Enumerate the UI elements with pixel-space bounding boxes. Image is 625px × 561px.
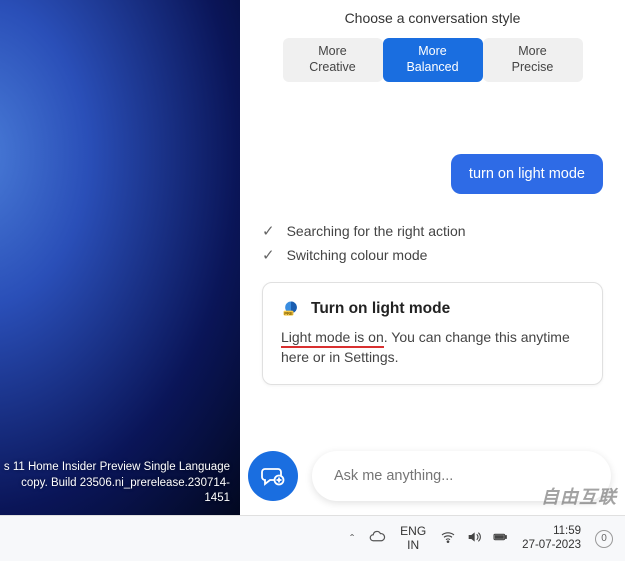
action-result-card: PRE Turn on light mode Light mode is on.… xyxy=(262,282,603,385)
style-label: Balanced xyxy=(406,60,458,76)
windows-taskbar: ˆ ENG IN 11:59 27-07-2023 0 xyxy=(0,515,625,561)
lang-line: ENG xyxy=(400,525,426,539)
style-more-precise[interactable]: More Precise xyxy=(483,38,583,82)
style-label: More xyxy=(418,44,446,60)
watermark-line: copy. Build 23506.ni_prerelease.230714-1… xyxy=(0,476,230,507)
conversation-style-selector: More Creative More Balanced More Precise xyxy=(240,38,625,82)
check-icon: ✓ xyxy=(262,222,275,240)
date-text: 27-07-2023 xyxy=(522,539,581,553)
style-label: Precise xyxy=(512,60,554,76)
desktop-wallpaper: s 11 Home Insider Preview Single Languag… xyxy=(0,0,240,515)
conversation-style-title: Choose a conversation style xyxy=(240,10,625,26)
card-title: Turn on light mode xyxy=(311,300,450,318)
style-label: Creative xyxy=(309,60,356,76)
card-body-text: Light mode is on. You can change this an… xyxy=(281,327,584,368)
user-message-row: turn on light mode xyxy=(240,154,603,194)
status-text: Searching for the right action xyxy=(287,223,466,239)
windows-watermark: s 11 Home Insider Preview Single Languag… xyxy=(0,460,230,507)
battery-icon[interactable] xyxy=(492,529,508,548)
status-line: ✓ Searching for the right action xyxy=(262,222,625,240)
preview-settings-icon: PRE xyxy=(281,299,301,319)
image-source-watermark: 自由互联 xyxy=(541,483,617,509)
watermark-line: s 11 Home Insider Preview Single Languag… xyxy=(0,460,230,476)
time-text: 11:59 xyxy=(522,525,581,539)
onedrive-tray-icon[interactable] xyxy=(368,528,386,549)
svg-text:PRE: PRE xyxy=(284,311,293,316)
check-icon: ✓ xyxy=(262,246,275,264)
lang-line: IN xyxy=(400,539,426,553)
tray-overflow-chevron-icon[interactable]: ˆ xyxy=(350,532,354,546)
highlighted-text: Light mode is on xyxy=(281,329,384,348)
language-indicator[interactable]: ENG IN xyxy=(400,525,426,553)
notification-center-button[interactable]: 0 xyxy=(595,530,613,548)
style-label: More xyxy=(318,44,346,60)
card-header: PRE Turn on light mode xyxy=(281,299,584,319)
copilot-chat-panel: Choose a conversation style More Creativ… xyxy=(240,0,625,515)
new-topic-button[interactable] xyxy=(248,451,298,501)
assistant-status-block: ✓ Searching for the right action ✓ Switc… xyxy=(262,222,625,264)
user-message-bubble: turn on light mode xyxy=(451,154,603,194)
clock-date[interactable]: 11:59 27-07-2023 xyxy=(522,525,581,553)
system-tray-icons[interactable] xyxy=(440,529,508,548)
volume-icon[interactable] xyxy=(466,529,482,548)
status-line: ✓ Switching colour mode xyxy=(262,246,625,264)
style-more-balanced[interactable]: More Balanced xyxy=(383,38,483,82)
wifi-icon[interactable] xyxy=(440,529,456,548)
status-text: Switching colour mode xyxy=(287,247,428,263)
style-more-creative[interactable]: More Creative xyxy=(283,38,383,82)
style-label: More xyxy=(518,44,546,60)
